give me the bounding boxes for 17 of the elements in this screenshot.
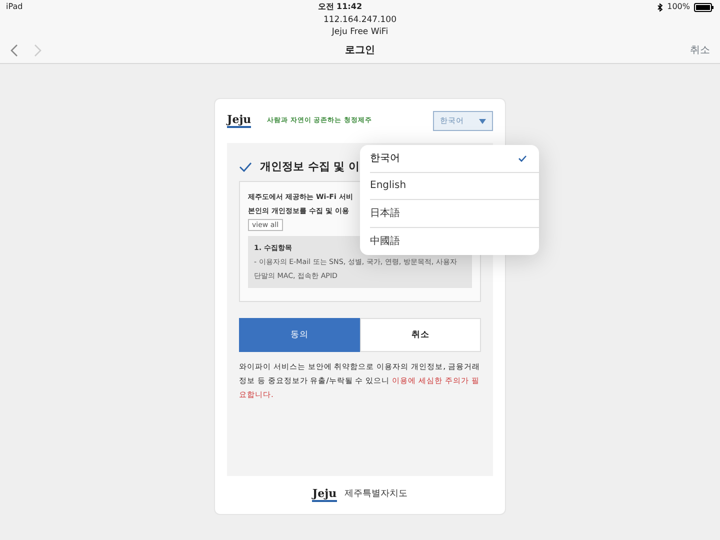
cancel-button[interactable]: 취소 (360, 318, 481, 352)
agree-button[interactable]: 동의 (239, 318, 360, 352)
battery-percent: 100% (667, 1, 690, 13)
language-option[interactable]: English (370, 172, 539, 200)
consent-heading: 개인정보 수집 및 이 (260, 158, 360, 175)
clock: 오전 11:42 (318, 1, 362, 13)
language-option[interactable]: 中國語 (370, 228, 539, 255)
language-option[interactable]: 日本語 (370, 200, 539, 228)
page-title: 로그인 (345, 44, 375, 58)
jeju-logo: Jeju (312, 488, 337, 502)
address-host: 112.164.247.100 (322, 14, 398, 26)
jeju-logo: Jeju (227, 114, 252, 128)
network-name: Jeju Free WiFi (330, 26, 390, 38)
org-name: 제주특별자치도 (344, 488, 408, 502)
device-name: iPad (6, 1, 23, 13)
cancel-link[interactable]: 취소 (650, 43, 710, 58)
language-option[interactable]: 한국어 (370, 145, 539, 172)
